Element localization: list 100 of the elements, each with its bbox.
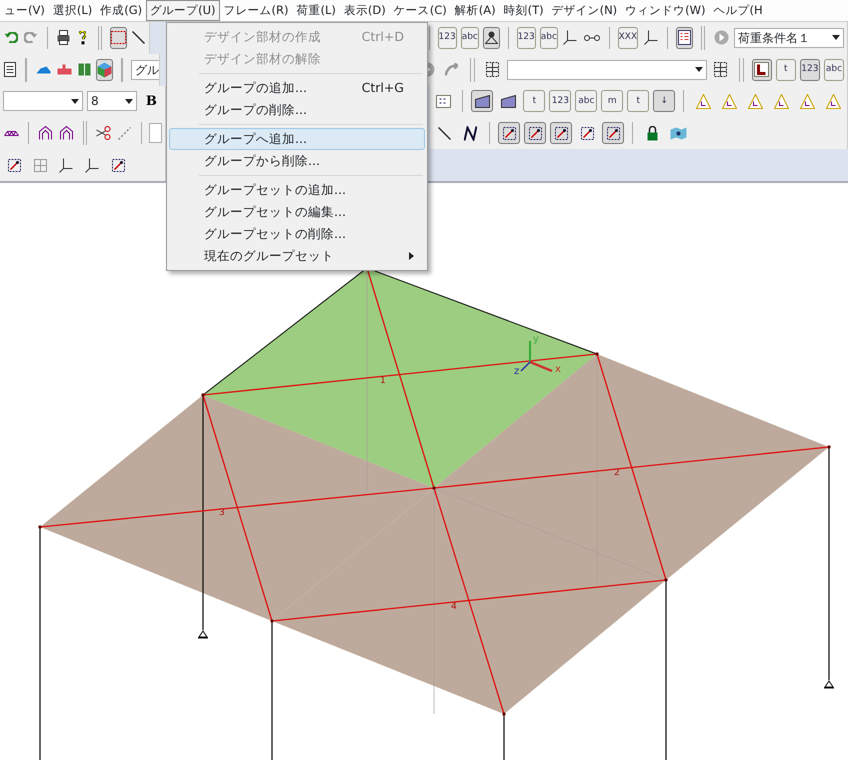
- menu-item[interactable]: グループセットの削除...: [169, 223, 425, 245]
- node[interactable]: [664, 578, 668, 582]
- toolbar-button[interactable]: B: [141, 90, 162, 112]
- select-rect-button[interactable]: [110, 26, 128, 49]
- menu-title[interactable]: ケース(C): [390, 0, 451, 21]
- printer-icon: [56, 30, 70, 46]
- toolbar-button[interactable]: t: [776, 58, 796, 81]
- plate-label: 4: [451, 602, 457, 612]
- cube-button[interactable]: [96, 58, 113, 81]
- select-rect-icon: [111, 31, 126, 44]
- menu-title[interactable]: デザイン(N): [548, 0, 622, 21]
- node[interactable]: [827, 445, 831, 449]
- menu-title[interactable]: グループ(U): [146, 0, 220, 21]
- toolbar-button[interactable]: abc: [540, 26, 558, 49]
- axis-label: x: [555, 364, 561, 375]
- menu-item[interactable]: グループの追加... Ctrl+G: [169, 77, 425, 99]
- support-icon: [484, 31, 498, 44]
- document-icon: [4, 62, 16, 78]
- menu-title[interactable]: 表示(D): [340, 0, 390, 21]
- toolbar-button[interactable]: abc: [460, 26, 479, 49]
- dropdown-arrow-icon: [832, 35, 840, 40]
- menu-item[interactable]: グループの削除...: [169, 99, 425, 121]
- node[interactable]: [201, 393, 205, 397]
- beam[interactable]: [40, 487, 434, 528]
- list-button[interactable]: [676, 26, 693, 49]
- dropdown-field[interactable]: [3, 91, 83, 112]
- menu-item[interactable]: 現在のグループセット: [169, 245, 425, 267]
- triangle-icon: [696, 94, 711, 109]
- plate[interactable]: [203, 268, 597, 488]
- text-field[interactable]: [149, 123, 162, 144]
- menu-title[interactable]: 荷重(L): [292, 0, 340, 21]
- menu-title[interactable]: ウィンドウ(W): [621, 0, 710, 21]
- menu-title[interactable]: ュー(V): [0, 0, 49, 21]
- toolbar-button[interactable]: t: [523, 90, 546, 112]
- beam[interactable]: [202, 353, 598, 396]
- beam[interactable]: [202, 394, 273, 622]
- menu-title[interactable]: 選択(L): [48, 0, 96, 21]
- dropdown-field[interactable]: 8: [87, 91, 137, 112]
- dots-icon: [436, 94, 451, 108]
- toolbar-button[interactable]: t: [627, 90, 650, 112]
- redo-icon: [24, 32, 38, 44]
- plate-button[interactable]: [471, 90, 494, 112]
- menu-title[interactable]: ヘルプ(H: [710, 0, 767, 21]
- lock-icon: [646, 126, 658, 141]
- grid-icon: [34, 158, 46, 172]
- truss-icon: [4, 130, 19, 136]
- node[interactable]: [595, 352, 599, 356]
- dropdown-arrow-icon: [71, 98, 79, 104]
- plate-label: 1: [380, 376, 386, 386]
- menu-title[interactable]: フレーム(R): [220, 0, 292, 21]
- triangle-icon: [826, 94, 841, 109]
- menu-title[interactable]: 作成(G): [96, 0, 146, 21]
- node-button[interactable]: [524, 122, 546, 144]
- node[interactable]: [38, 525, 42, 529]
- toolbar-button[interactable]: 123: [516, 26, 536, 49]
- dropdown-field[interactable]: グル: [131, 60, 160, 80]
- frame-icon: [754, 62, 770, 78]
- plate-label: 2: [614, 468, 620, 478]
- beam[interactable]: [433, 488, 505, 714]
- help-icon: [78, 30, 86, 45]
- beam[interactable]: [272, 579, 666, 622]
- dropdown-arrow-icon: [694, 67, 703, 72]
- dropdown-field[interactable]: 荷重条件名１: [734, 28, 844, 48]
- beam[interactable]: [434, 446, 830, 489]
- toolbar-button[interactable]: 123: [549, 90, 572, 112]
- menu-title[interactable]: 時刻(T): [500, 0, 548, 21]
- frame-button[interactable]: [752, 58, 772, 81]
- node-icon: [502, 126, 516, 140]
- toolbar-button[interactable]: m: [601, 90, 624, 112]
- toolbar-button[interactable]: 123: [438, 26, 457, 49]
- menu-item[interactable]: グループセットの編集...: [169, 201, 425, 223]
- triangle-icon: [774, 94, 789, 109]
- support-button[interactable]: [482, 26, 500, 49]
- node-button[interactable]: [602, 122, 624, 144]
- node[interactable]: [270, 619, 274, 623]
- toolbar-button[interactable]: XXX: [618, 26, 638, 49]
- toolbar-button[interactable]: 123: [800, 58, 820, 81]
- menu-title[interactable]: 解析(A): [450, 0, 500, 21]
- line-icon: [438, 126, 450, 140]
- node[interactable]: [502, 712, 506, 716]
- node[interactable]: [432, 486, 436, 490]
- map-icon: [670, 126, 686, 140]
- dashed-line-icon: [118, 126, 131, 140]
- menu-item[interactable]: グループへ追加...: [169, 128, 425, 150]
- table-icon: [714, 62, 728, 78]
- node-icon: [606, 126, 620, 140]
- cube-icon: [97, 62, 112, 78]
- table-icon: [486, 62, 500, 78]
- beam[interactable]: [596, 354, 667, 580]
- dropdown-field[interactable]: [506, 60, 707, 80]
- toolbar-button[interactable]: abc: [824, 58, 844, 81]
- menu-item[interactable]: グループセットの追加...: [169, 179, 425, 201]
- link-icon: [584, 34, 600, 41]
- node-button[interactable]: [498, 122, 520, 144]
- toolbar-button[interactable]: ↓: [653, 90, 676, 112]
- toolbar-button[interactable]: abc: [575, 90, 598, 112]
- axes-icon: [59, 158, 73, 173]
- menu-item[interactable]: グループから削除...: [169, 150, 425, 172]
- node-button[interactable]: [550, 122, 572, 144]
- node-icon: [8, 158, 20, 172]
